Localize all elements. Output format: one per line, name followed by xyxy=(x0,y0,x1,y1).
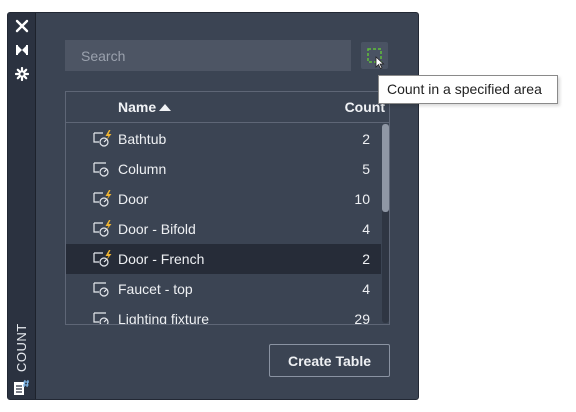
row-name: Door - Bifold xyxy=(118,221,196,237)
table-row[interactable]: Column 5 xyxy=(66,154,381,184)
row-count: 29 xyxy=(354,311,370,325)
row-name: Column xyxy=(118,161,167,177)
row-name: Bathtub xyxy=(118,131,167,147)
row-name: Lighting fixture xyxy=(118,311,210,325)
row-name: Door - French xyxy=(118,251,205,267)
collapse-icon[interactable] xyxy=(15,43,29,57)
table-row-selected[interactable]: Door - French 2 xyxy=(66,244,381,274)
count-table: Name Count Bathtub 2 Column 5 Door 10 Do… xyxy=(65,91,390,325)
table-row[interactable]: Bathtub 2 xyxy=(66,124,381,154)
palette-title: COUNT xyxy=(14,323,29,373)
row-count: 2 xyxy=(362,131,370,147)
block-icon xyxy=(93,312,109,324)
block-icon xyxy=(93,162,109,177)
table-header: Name Count xyxy=(66,92,389,123)
row-name: Faucet - top xyxy=(118,281,193,297)
row-count: 2 xyxy=(362,251,370,267)
tooltip: Count in a specified area xyxy=(378,75,558,104)
count-table-icon[interactable] xyxy=(13,378,31,396)
dynamic-block-icon xyxy=(93,250,112,267)
count-palette: COUNT Name Count Batht xyxy=(7,12,419,400)
table-row[interactable]: Lighting fixture 29 xyxy=(66,304,381,325)
row-count: 5 xyxy=(362,161,370,177)
column-header-name[interactable]: Name xyxy=(118,99,172,115)
sort-ascending-icon xyxy=(159,104,172,111)
search-input[interactable] xyxy=(65,40,351,71)
row-count: 4 xyxy=(362,221,370,237)
table-scrollbar[interactable] xyxy=(382,124,389,323)
table-body: Bathtub 2 Column 5 Door 10 Door - Bifold… xyxy=(66,124,381,325)
palette-title-strip: COUNT xyxy=(8,13,36,399)
row-name: Door xyxy=(118,191,149,207)
create-table-button[interactable]: Create Table xyxy=(269,344,390,377)
row-count: 10 xyxy=(354,191,370,207)
row-count: 4 xyxy=(362,281,370,297)
scrollbar-thumb[interactable] xyxy=(382,124,389,212)
close-icon[interactable] xyxy=(15,19,29,33)
settings-icon[interactable] xyxy=(15,67,29,81)
table-row[interactable]: Door 10 xyxy=(66,184,381,214)
dynamic-block-icon xyxy=(93,190,112,207)
dynamic-block-icon xyxy=(93,130,112,147)
count-area-button[interactable] xyxy=(361,42,388,70)
table-row[interactable]: Door - Bifold 4 xyxy=(66,214,381,244)
block-icon xyxy=(93,282,109,297)
dynamic-block-icon xyxy=(93,220,112,237)
count-area-icon xyxy=(367,48,385,70)
table-row[interactable]: Faucet - top 4 xyxy=(66,274,381,304)
